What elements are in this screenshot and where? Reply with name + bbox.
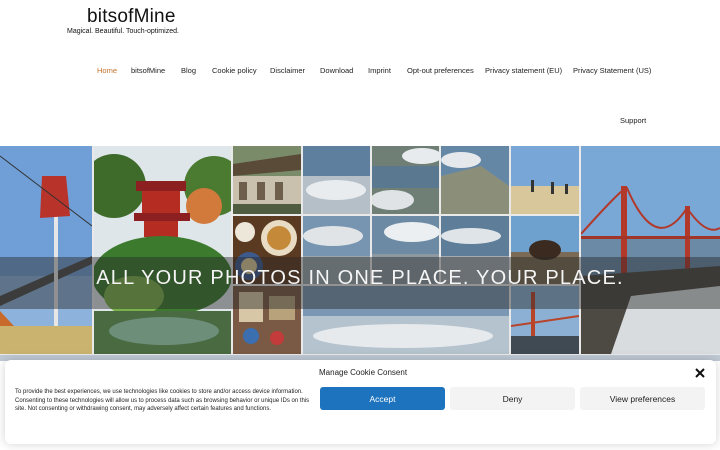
photo-tile-aerial-1 xyxy=(303,146,370,214)
view-preferences-button[interactable]: View preferences xyxy=(580,387,705,410)
nav-item-cookie-policy[interactable]: Cookie policy xyxy=(212,66,257,75)
photo-tile-aerial-3 xyxy=(441,146,509,214)
close-icon[interactable] xyxy=(694,366,706,378)
photo-tile-sculpture xyxy=(0,146,92,354)
accept-button[interactable]: Accept xyxy=(320,387,445,410)
nav-item-disclaimer[interactable]: Disclaimer xyxy=(270,66,305,75)
hero-headline: ALL YOUR PHOTOS IN ONE PLACE. YOUR PLACE… xyxy=(96,267,624,289)
deny-button[interactable]: Deny xyxy=(450,387,575,410)
nav-item-privacy-statement-eu[interactable]: Privacy statement (EU) xyxy=(485,66,562,75)
photo-tile-aerial-2 xyxy=(372,146,439,214)
nav-item-imprint[interactable]: Imprint xyxy=(368,66,391,75)
nav-item-bitsofmine[interactable]: bitsofMine xyxy=(131,66,165,75)
main-navigation: Home bitsofMine Blog Cookie policy Discl… xyxy=(0,0,720,140)
nav-item-download[interactable]: Download xyxy=(320,66,353,75)
cookie-consent-text: To provide the best experiences, we use … xyxy=(15,389,310,413)
hero-photo-mosaic: ALL YOUR PHOTOS IN ONE PLACE. YOUR PLACE… xyxy=(0,146,720,360)
nav-item-home[interactable]: Home xyxy=(97,66,117,75)
nav-item-support[interactable]: Support xyxy=(620,116,646,125)
cookie-consent-banner: Manage Cookie Consent To provide the bes… xyxy=(5,360,716,444)
nav-item-privacy-statement-us[interactable]: Privacy Statement (US) xyxy=(573,66,651,75)
nav-item-opt-out-preferences[interactable]: Opt-out preferences xyxy=(407,66,474,75)
nav-item-blog[interactable]: Blog xyxy=(181,66,196,75)
cookie-consent-title: Manage Cookie Consent xyxy=(319,368,408,377)
photo-tile-pavilion xyxy=(233,146,301,214)
photo-tile-golden-gate xyxy=(581,146,720,354)
photo-tile-pagoda-garden xyxy=(94,146,231,354)
photo-tile-beach-walk xyxy=(511,146,579,214)
